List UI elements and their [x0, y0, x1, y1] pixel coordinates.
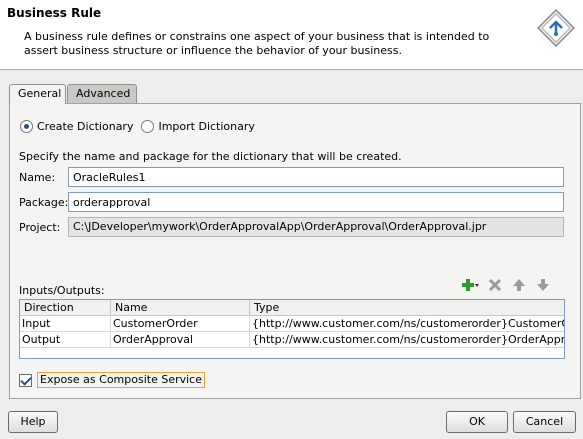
delete-icon[interactable] — [486, 276, 504, 294]
cell-type: {http://www.customer.com/ns/customerorde… — [252, 317, 564, 330]
project-field: C:\JDeveloper\mywork\OrderApprovalApp\Or… — [68, 217, 564, 237]
create-dictionary-radio[interactable] — [20, 119, 33, 133]
add-icon[interactable] — [462, 276, 480, 294]
cell-direction: Output — [20, 332, 111, 347]
instruction-text: Specify the name and package for the dic… — [19, 150, 402, 163]
dialog-description: A business rule defines or constrains on… — [24, 30, 490, 57]
tab-advanced[interactable]: Advanced — [67, 84, 137, 103]
help-button[interactable]: Help — [8, 411, 58, 433]
import-dictionary-label[interactable]: Import Dictionary — [158, 120, 254, 133]
general-panel: Create Dictionary Import Dictionary Spec… — [9, 103, 581, 399]
project-label: Project: — [19, 221, 61, 234]
name-field[interactable] — [68, 167, 564, 187]
business-rule-icon — [536, 8, 576, 48]
cell-direction: Input — [20, 316, 111, 331]
import-dictionary-radio[interactable] — [141, 119, 155, 133]
tab-general[interactable]: General — [9, 84, 66, 104]
create-dictionary-label[interactable]: Create Dictionary — [37, 120, 133, 133]
table-row[interactable]: Input CustomerOrder {http://www.customer… — [20, 316, 564, 332]
column-header-direction[interactable]: Direction — [20, 300, 111, 315]
move-down-icon[interactable] — [534, 276, 552, 294]
cell-name: CustomerOrder — [111, 316, 250, 331]
inputs-outputs-table: Direction Name Type Input CustomerOrder … — [19, 299, 565, 359]
io-toolbar — [462, 276, 552, 294]
dialog-title: Business Rule — [7, 6, 102, 20]
cell-type: {http://www.customer.com/ns/customerorde… — [252, 333, 564, 346]
ok-button[interactable]: OK — [446, 411, 508, 433]
table-header: Direction Name Type — [20, 300, 564, 316]
dictionary-options: Create Dictionary Import Dictionary — [20, 118, 263, 134]
cell-name: OrderApproval — [111, 332, 250, 347]
package-field[interactable] — [68, 192, 564, 212]
column-header-type[interactable]: Type — [250, 300, 564, 315]
expose-label[interactable]: Expose as Composite Service — [37, 372, 205, 388]
expose-checkbox[interactable] — [19, 373, 32, 387]
package-label: Package: — [19, 196, 69, 209]
column-header-name[interactable]: Name — [111, 300, 250, 315]
inputs-outputs-label: Inputs/Outputs: — [19, 284, 105, 297]
move-up-icon[interactable] — [510, 276, 528, 294]
cancel-button[interactable]: Cancel — [513, 411, 576, 433]
expose-composite-service: Expose as Composite Service — [19, 372, 205, 388]
dialog-header: Business Rule A business rule defines or… — [0, 0, 583, 70]
name-label: Name: — [19, 171, 56, 184]
table-row[interactable]: Output OrderApproval {http://www.custome… — [20, 332, 564, 348]
